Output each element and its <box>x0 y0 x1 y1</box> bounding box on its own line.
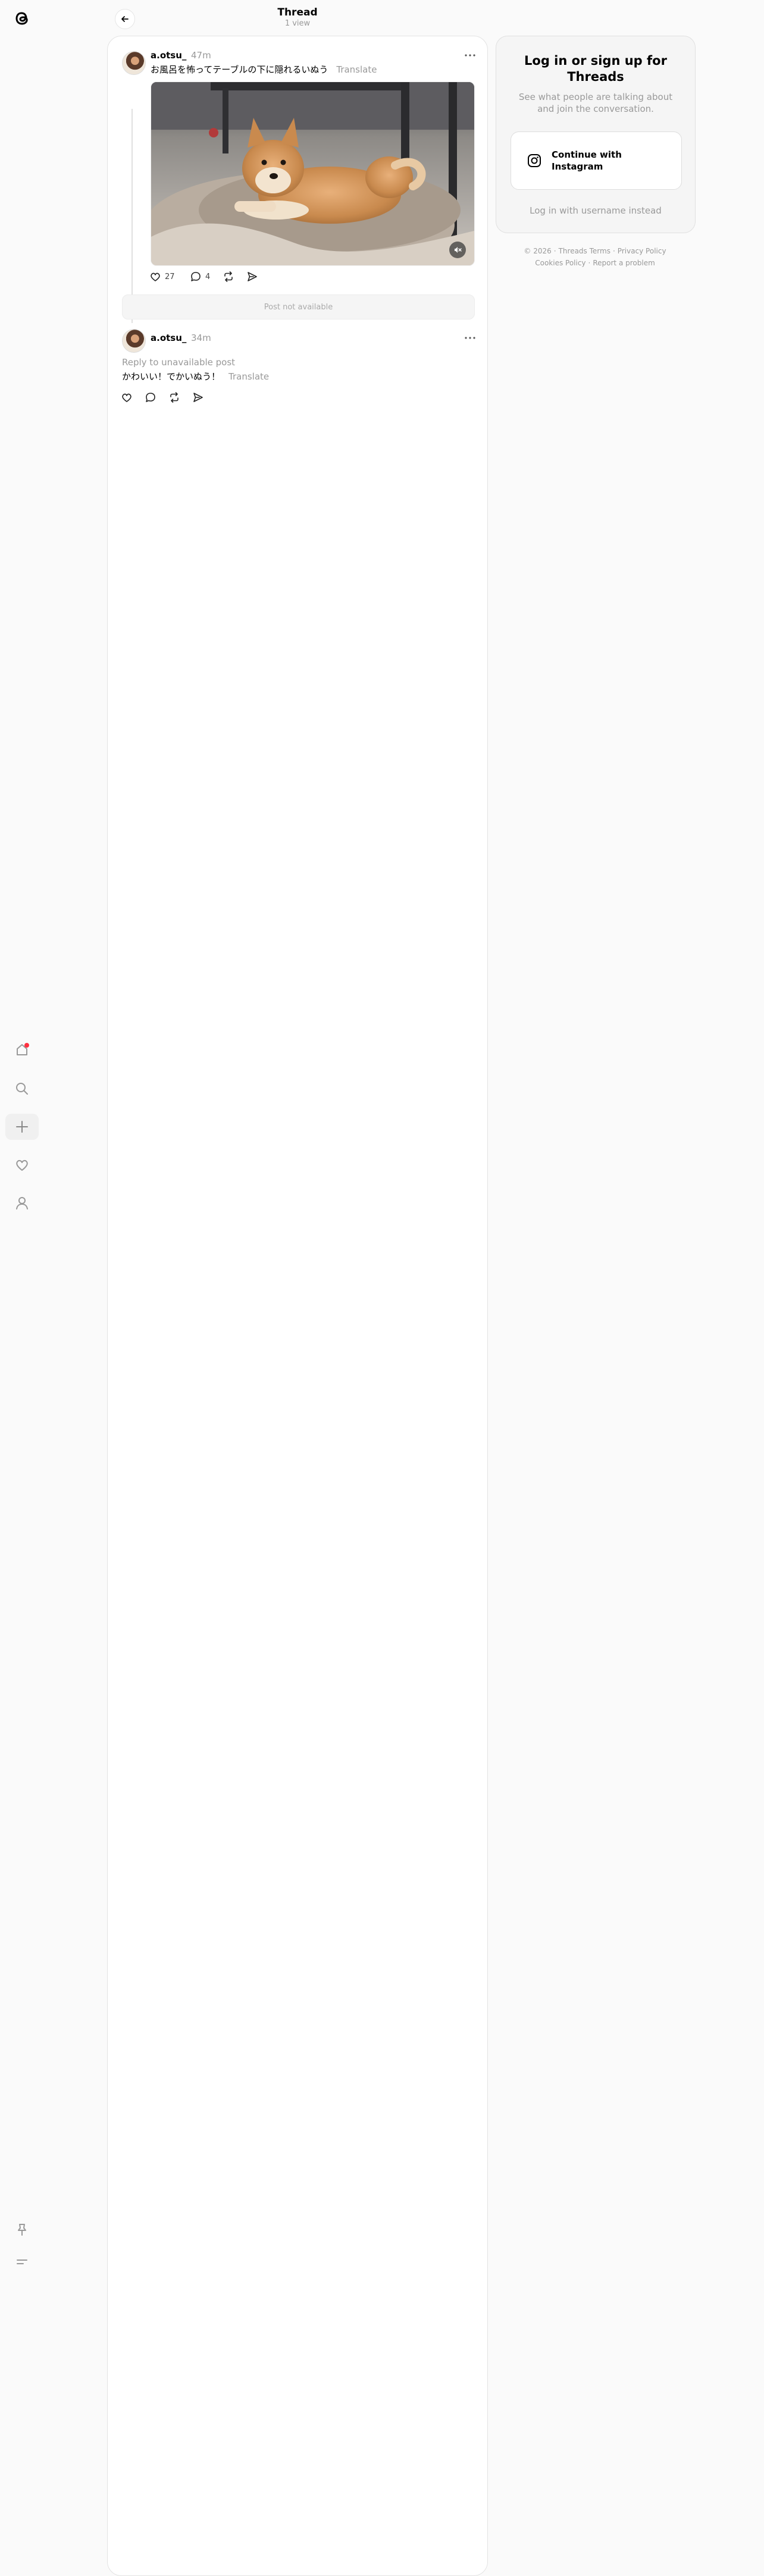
share-button[interactable] <box>246 269 258 284</box>
reply-count: 4 <box>205 272 211 281</box>
search-icon <box>16 1083 28 1095</box>
speaker-muted-icon <box>455 247 462 253</box>
translate-link[interactable]: Translate <box>336 64 377 75</box>
login-subtitle: See what people are talking about and jo… <box>518 92 673 114</box>
reply-text: かわいい！でかいぬう！ Translate <box>122 371 269 383</box>
sidebar-item-pin[interactable] <box>5 2217 39 2243</box>
reply-text-content: かわいい！でかいぬう！ <box>122 371 221 382</box>
sidebar-item-profile[interactable] <box>5 1190 39 1216</box>
threads-logo[interactable] <box>11 7 33 30</box>
share-icon <box>248 272 257 281</box>
pin-icon <box>18 2224 26 2236</box>
repost-button[interactable] <box>168 390 180 405</box>
continue-with-instagram-button[interactable]: Continue with Instagram <box>511 131 682 190</box>
heart-icon <box>16 1159 28 1171</box>
reply-button[interactable]: 4 <box>190 269 210 284</box>
view-count: 1 view <box>284 19 311 28</box>
sidebar-item-search[interactable] <box>5 1076 39 1102</box>
sidebar-item-create[interactable] <box>5 1114 39 1140</box>
avatar[interactable] <box>122 51 146 75</box>
reply-to-label[interactable]: Reply to unavailable post <box>122 356 235 368</box>
thread-line <box>131 109 133 323</box>
menu-icon <box>17 2260 27 2264</box>
login-title: Log in or sign up for Threads <box>524 54 667 84</box>
dog-photo <box>151 82 474 265</box>
footer: © 2026 · Threads Terms · Privacy Policy <box>524 247 666 255</box>
report-problem-link[interactable]: Report a problem <box>593 259 655 267</box>
translate-link[interactable]: Translate <box>228 371 269 382</box>
heart-icon <box>151 272 160 281</box>
login-card: Log in or sign up for Threads See what p… <box>496 36 696 233</box>
like-count: 27 <box>165 272 175 281</box>
privacy-policy-link[interactable]: Privacy Policy <box>618 247 666 255</box>
login-username-link[interactable]: Log in with username instead <box>496 205 695 216</box>
notification-dot <box>24 1043 29 1048</box>
footer-row-2: Cookies Policy · Report a problem <box>535 259 655 267</box>
sidebar-item-activity[interactable] <box>5 1152 39 1178</box>
page-title: Thread <box>277 7 318 18</box>
sidebar-item-menu[interactable] <box>5 2249 39 2275</box>
instagram-icon <box>528 154 541 167</box>
reply-more-button[interactable] <box>463 332 477 344</box>
home-icon <box>17 1043 29 1055</box>
like-button[interactable] <box>121 390 133 405</box>
post-text: お風呂を怖ってテーブルの下に隠れるいぬう Translate <box>151 64 377 76</box>
instagram-button-label: Continue with Instagram <box>552 149 622 172</box>
mute-button[interactable] <box>449 242 466 258</box>
comment-icon <box>191 272 201 281</box>
page-header: Thread 1 view <box>107 6 488 29</box>
reply-button[interactable] <box>145 390 156 405</box>
repost-icon <box>170 392 179 403</box>
user-icon <box>16 1197 28 1209</box>
avatar[interactable] <box>122 329 146 353</box>
post-text-content: お風呂を怖ってテーブルの下に隠れるいぬう <box>151 64 328 75</box>
share-button[interactable] <box>192 390 204 405</box>
repost-button[interactable] <box>223 269 234 284</box>
post-time[interactable]: 47m <box>191 49 211 61</box>
threads-terms-link[interactable]: Threads Terms <box>559 247 610 255</box>
sidebar-item-home[interactable] <box>5 1037 39 1063</box>
heart-icon <box>122 393 131 402</box>
reply-username[interactable]: a.otsu_ <box>151 332 186 344</box>
thread-card: a.otsu_ 47m お風呂を怖ってテーブルの下に隠れるいぬう Translat… <box>107 36 488 2576</box>
comment-icon <box>146 393 155 402</box>
post-unavailable-notice: Post not available <box>122 294 475 319</box>
like-button[interactable]: 27 <box>149 269 175 284</box>
post-username[interactable]: a.otsu_ <box>151 49 186 61</box>
more-icon <box>465 337 475 339</box>
reply-time[interactable]: 34m <box>191 332 211 344</box>
repost-icon <box>224 271 233 282</box>
cookies-policy-link[interactable]: Cookies Policy <box>535 259 585 267</box>
more-icon <box>465 54 475 57</box>
share-icon <box>193 393 203 402</box>
plus-icon <box>16 1121 28 1133</box>
threads-logo-icon <box>15 12 28 25</box>
post-image[interactable] <box>151 82 475 266</box>
post-more-button[interactable] <box>463 49 477 61</box>
copyright: © 2026 <box>524 247 552 255</box>
